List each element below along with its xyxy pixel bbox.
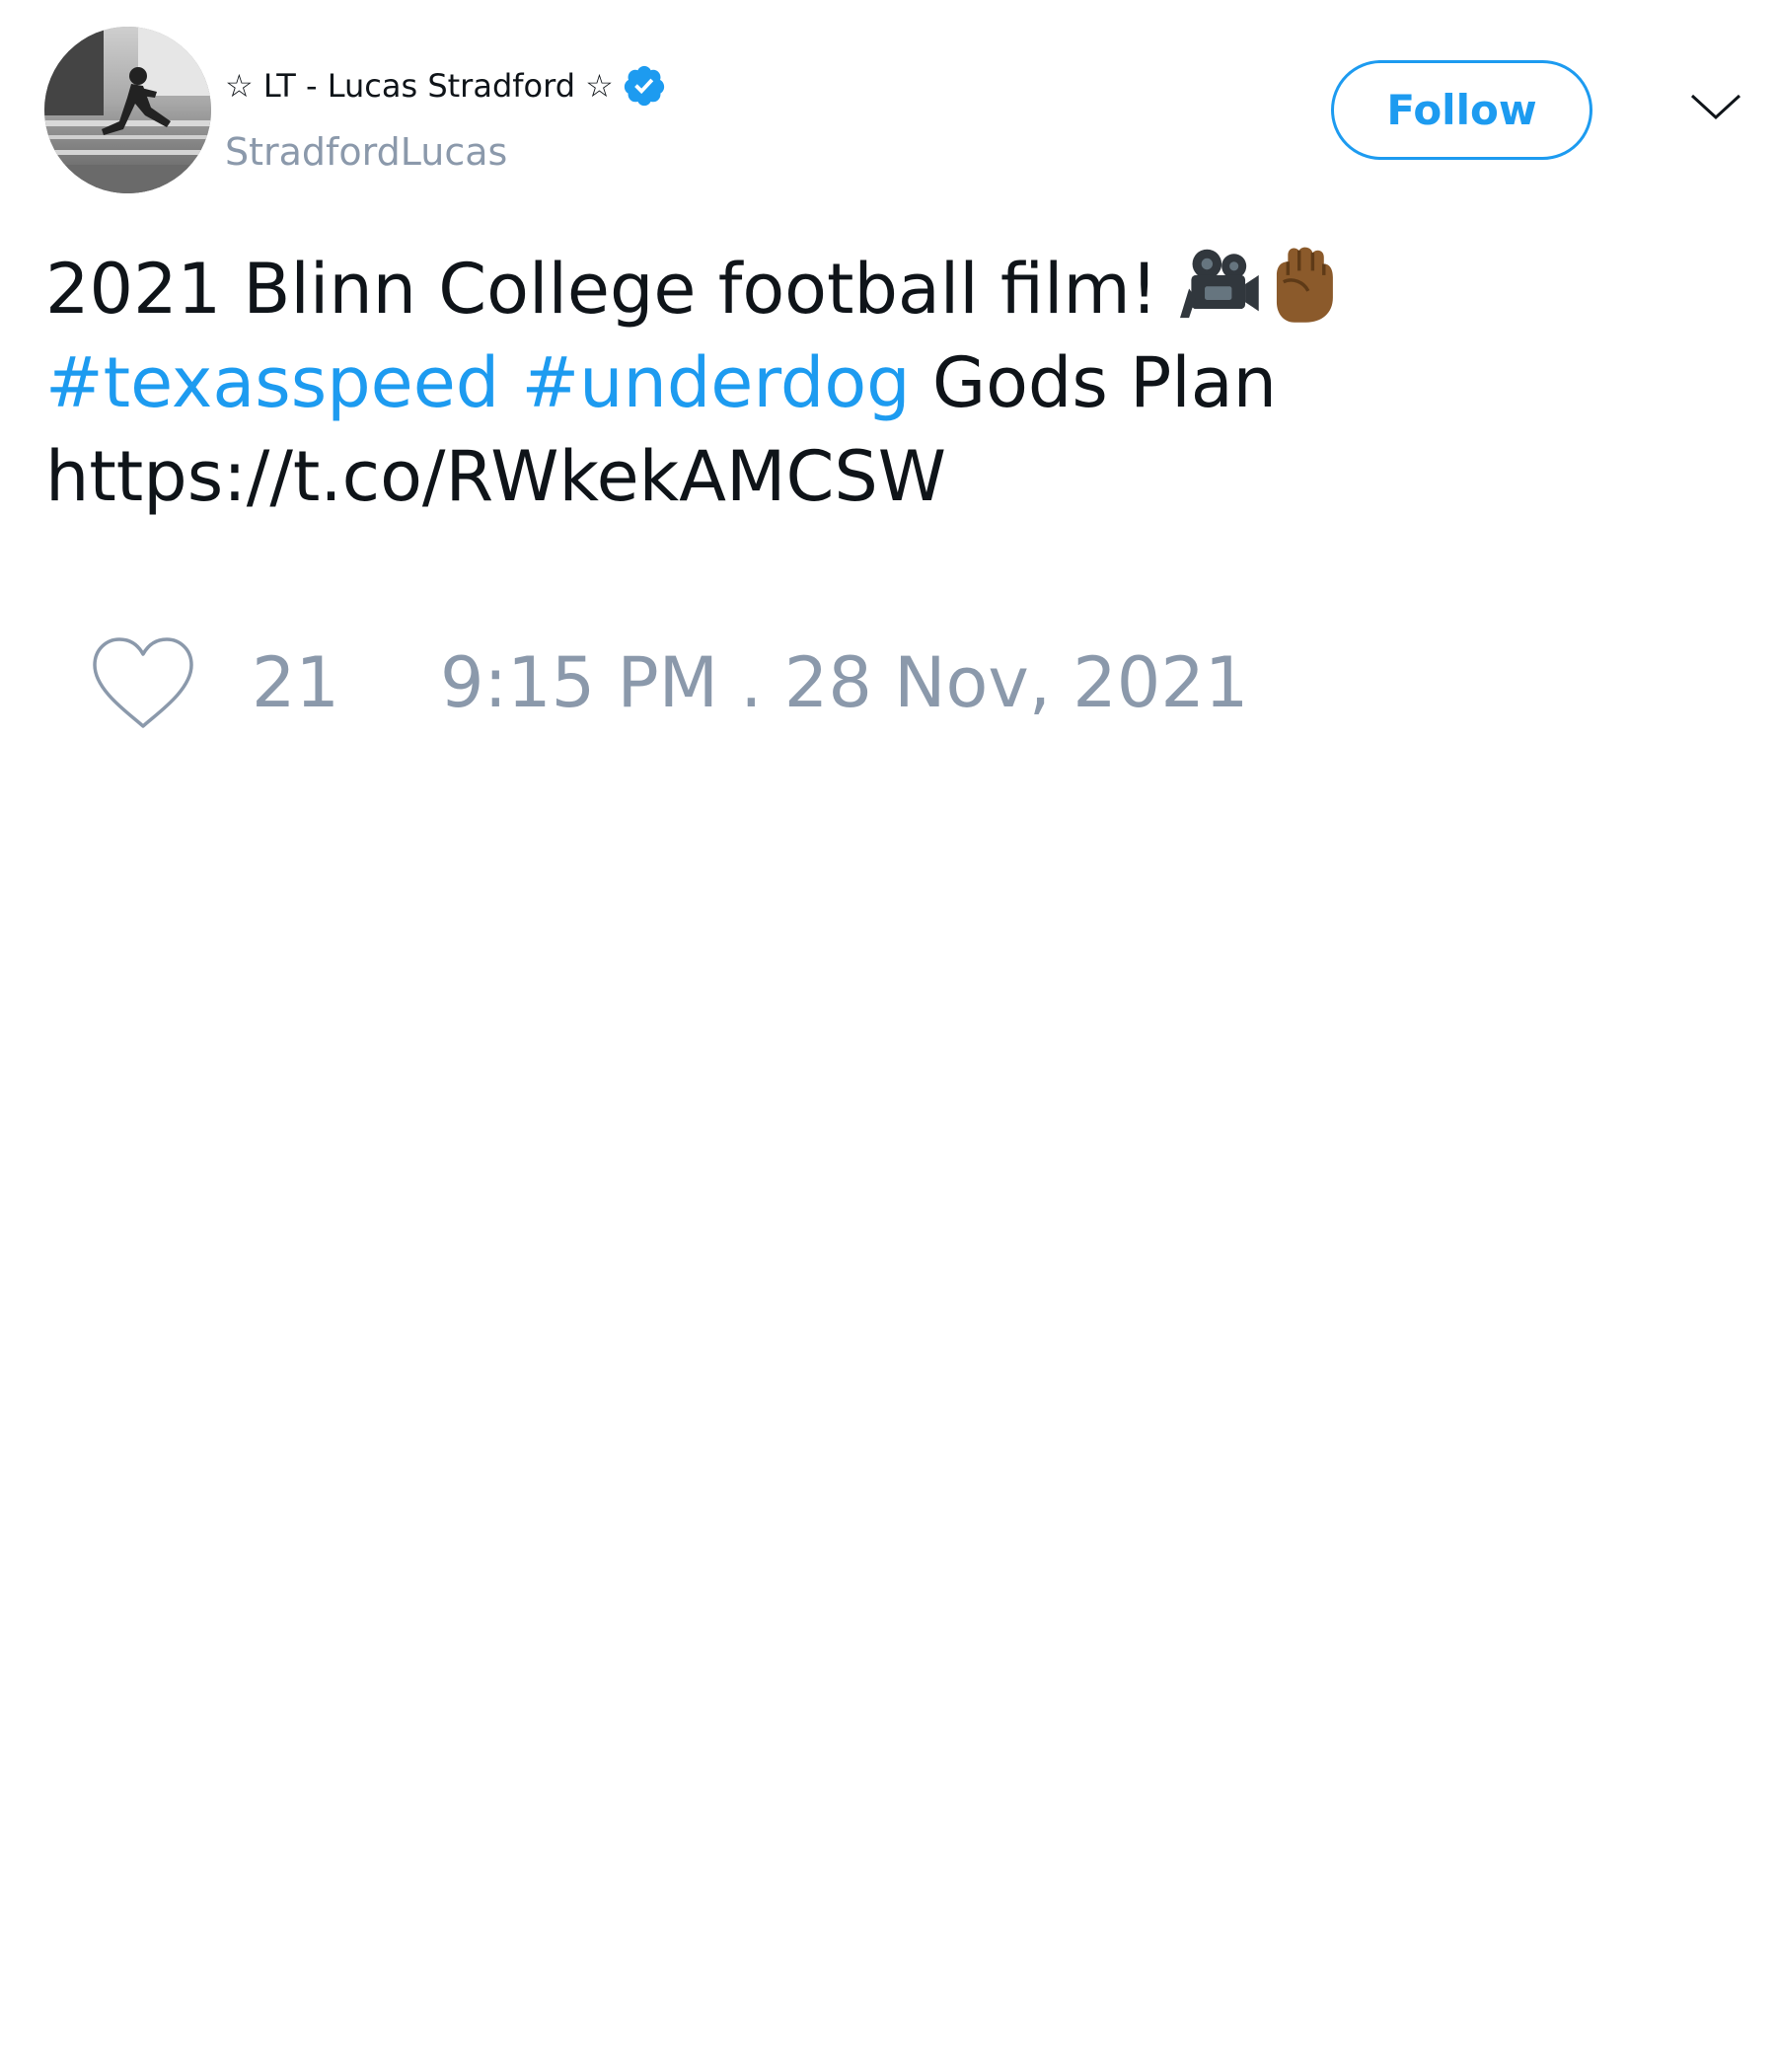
author-handle[interactable]: StradfordLucas [225, 129, 507, 175]
tweet-text-main: 2021 Blinn College football film! [45, 249, 1180, 330]
tweet-link[interactable]: https://t.co/RWkekAMCSW [45, 430, 1723, 524]
heart-icon [93, 637, 193, 728]
display-name-text: ☆ LT - Lucas Stradford ☆ [225, 67, 614, 105]
like-button[interactable] [89, 635, 197, 734]
tweet-line-2: #texasspeed #underdog Gods Plan [45, 336, 1723, 430]
like-count: 21 [252, 642, 340, 723]
profile-photo-sprinter-icon [44, 27, 211, 193]
chevron-down-icon [1690, 94, 1741, 120]
raised-fist-icon [1276, 247, 1333, 323]
verified-badge-icon [624, 65, 664, 107]
movie-camera-icon [1179, 249, 1259, 319]
tweet-timestamp[interactable]: 9:15 PM . 28 Nov, 2021 [440, 641, 1248, 724]
tweet-card: ☆ LT - Lucas Stradford ☆ StradfordLucas … [0, 0, 1776, 2072]
author-display-name[interactable]: ☆ LT - Lucas Stradford ☆ [225, 63, 667, 109]
follow-button[interactable]: Follow [1331, 60, 1592, 160]
hashtag-underdog[interactable]: #underdog [521, 342, 910, 423]
hashtag-texasspeed[interactable]: #texasspeed [45, 342, 499, 423]
tweet-line-1: 2021 Blinn College football film! [45, 243, 1723, 336]
tweet-text: 2021 Blinn College football film! #texas… [45, 243, 1723, 524]
tweet-text-rest: Gods Plan [910, 342, 1278, 423]
more-options-button[interactable] [1689, 87, 1742, 126]
avatar[interactable] [44, 27, 211, 193]
